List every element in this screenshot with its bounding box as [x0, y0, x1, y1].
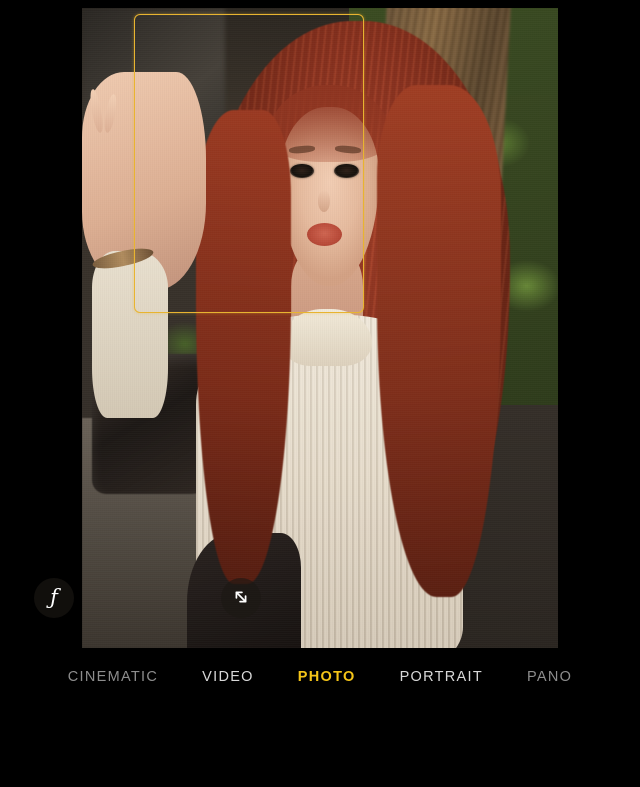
mode-cinematic[interactable]: CINEMATIC — [68, 669, 158, 685]
lips — [306, 223, 342, 247]
mode-photo[interactable]: PHOTO — [298, 669, 356, 685]
sleeve-cuff — [91, 251, 168, 418]
finger-index — [88, 88, 105, 134]
camera-viewfinder[interactable] — [82, 8, 558, 648]
mode-pano[interactable]: PANO — [527, 669, 572, 685]
viewfinder-scene — [82, 8, 558, 648]
eye-right — [334, 163, 360, 178]
aperture-icon: ƒ — [50, 584, 58, 609]
camera-app: ƒ CINEMATIC VIDEO PHOTO PORTRAIT PANO — [0, 0, 640, 787]
eye-left — [289, 163, 315, 178]
mode-portrait[interactable]: PORTRAIT — [400, 669, 483, 685]
bottom-control-bar: 00:08 00:18 — [0, 700, 640, 787]
subject-person — [82, 8, 558, 648]
mode-selector[interactable]: CINEMATIC VIDEO PHOTO PORTRAIT PANO — [0, 660, 640, 694]
expand-button[interactable] — [221, 578, 261, 618]
finger-middle — [102, 93, 119, 134]
aperture-button[interactable]: ƒ — [34, 578, 74, 618]
hair-strand-right — [377, 84, 501, 597]
sweater-collar — [281, 308, 373, 367]
expand-arrows-icon — [230, 586, 252, 611]
mode-video[interactable]: VIDEO — [202, 669, 254, 685]
